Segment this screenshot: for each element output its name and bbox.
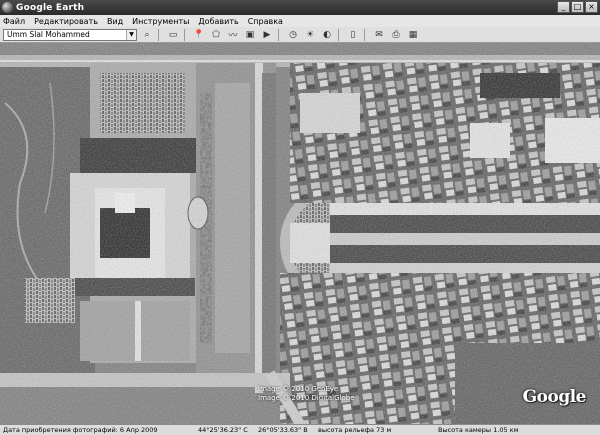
maps-icon: ▦ — [408, 29, 418, 40]
imagery-date: Дата приобретения фотографий: 6 Апр 2009 — [3, 426, 158, 434]
placemark-icon: 📍 — [193, 29, 205, 40]
polygon-icon: ⬠ — [212, 29, 220, 40]
image-overlay-icon: ▣ — [245, 29, 255, 40]
planets-button[interactable]: ◐ — [320, 29, 334, 41]
longitude: 26°05'33.63" В — [258, 426, 308, 434]
record-tour-icon: ▶ — [263, 29, 271, 40]
search-input-value: Umm Slal Mohammed — [7, 30, 90, 39]
print-button[interactable]: ⎙ — [389, 29, 403, 41]
minimize-button[interactable]: _ — [557, 1, 570, 13]
search-button[interactable]: ⌕ — [140, 29, 154, 41]
google-logo: Google — [522, 387, 587, 407]
sidebar-icon: ▭ — [168, 29, 178, 40]
clock-icon: ◷ — [289, 29, 297, 40]
imagery-attribution: Image © 2010 GeoEye Image © 2010 Digital… — [258, 385, 355, 403]
polygon-button[interactable]: ⬠ — [209, 29, 223, 41]
menu-view[interactable]: Вид — [107, 17, 123, 26]
camera-altitude: Высота камеры 1.05 км — [438, 426, 519, 434]
ruler-icon: ▯ — [350, 29, 356, 40]
close-button[interactable]: × — [585, 1, 598, 13]
sidebar-toggle-button[interactable]: ▭ — [166, 29, 180, 41]
status-bar: Дата приобретения фотографий: 6 Апр 2009… — [0, 424, 600, 435]
toolbar-separator — [338, 28, 339, 41]
map-viewport[interactable]: Image © 2010 GeoEye Image © 2010 Digital… — [0, 43, 600, 424]
sun-icon: ☀ — [305, 29, 315, 40]
search-icon: ⌕ — [144, 29, 150, 40]
menu-add[interactable]: Добавить — [198, 17, 238, 26]
image-overlay-button[interactable]: ▣ — [243, 29, 257, 41]
attribution-line: Image © 2010 DigitalGlobe — [258, 394, 355, 402]
elevation: высота рельефа 73 м — [318, 426, 392, 434]
title-bar: Google Earth _ □ × — [0, 0, 600, 15]
chevron-down-icon[interactable]: ▼ — [126, 29, 136, 40]
menu-help[interactable]: Справка — [248, 17, 283, 26]
ruler-button[interactable]: ▯ — [346, 29, 360, 41]
toolbar-separator — [278, 28, 279, 41]
sunlight-button[interactable]: ☀ — [303, 29, 317, 41]
historical-imagery-button[interactable]: ◷ — [286, 29, 300, 41]
maximize-button[interactable]: □ — [571, 1, 584, 13]
search-input[interactable]: Umm Slal Mohammed ▼ — [3, 28, 137, 41]
email-button[interactable]: ✉ — [372, 29, 386, 41]
path-icon: 〰 — [228, 31, 238, 41]
google-earth-icon — [2, 2, 13, 13]
email-icon: ✉ — [375, 29, 383, 40]
record-tour-button[interactable]: ▶ — [260, 29, 274, 41]
menu-bar: Файл Редактировать Вид Инструменты Добав… — [0, 15, 600, 27]
attribution-line: Image © 2010 GeoEye — [258, 385, 339, 393]
path-button[interactable]: 〰 — [226, 29, 240, 41]
maps-button[interactable]: ▦ — [406, 29, 420, 41]
print-icon: ⎙ — [392, 29, 400, 40]
menu-tools[interactable]: Инструменты — [132, 17, 189, 26]
menu-file[interactable]: Файл — [3, 17, 25, 26]
toolbar-separator — [364, 28, 365, 41]
toolbar-separator — [184, 28, 185, 41]
placemark-button[interactable]: 📍 — [192, 29, 206, 41]
window-title: Google Earth — [16, 2, 85, 13]
toolbar-separator — [158, 28, 159, 41]
toolbar: Umm Slal Mohammed ▼ ⌕ ▭ 📍 ⬠ 〰 ▣ ▶ ◷ ☀ ◐ … — [0, 27, 600, 43]
satellite-imagery — [0, 43, 600, 424]
planet-icon: ◐ — [323, 29, 331, 40]
menu-edit[interactable]: Редактировать — [34, 17, 98, 26]
latitude: 44°25'36.23" С — [198, 426, 248, 434]
